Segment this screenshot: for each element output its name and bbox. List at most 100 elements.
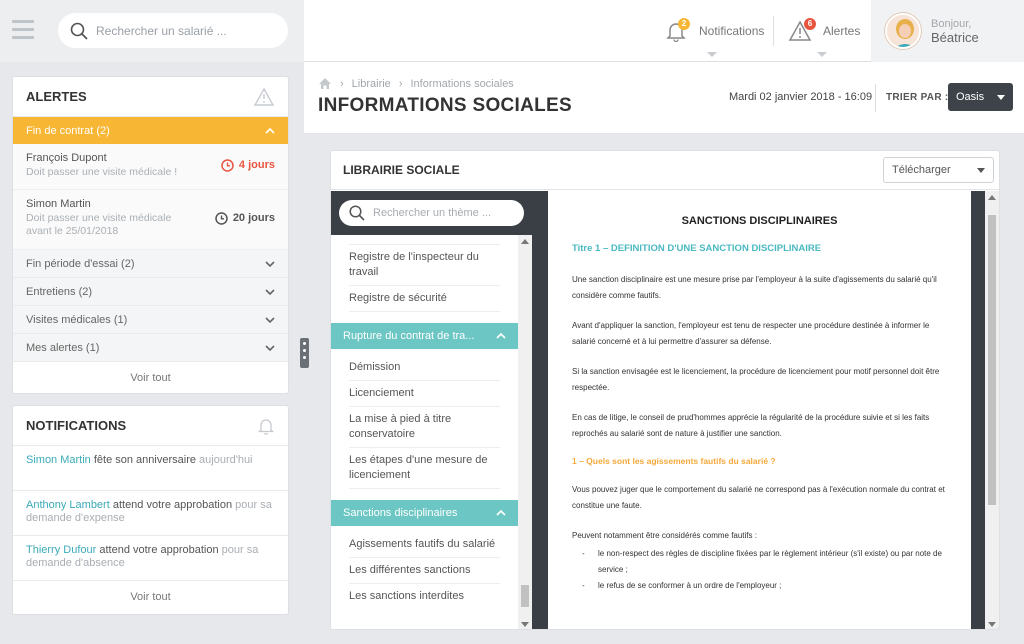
- page-header: › Librairie › Informations sociales INFO…: [304, 62, 1024, 134]
- scroll-down-icon[interactable]: [521, 622, 529, 627]
- scroll-thumb[interactable]: [521, 585, 529, 607]
- clock-icon: [221, 158, 234, 172]
- notification-item[interactable]: Thierry Dufour attend votre approbation …: [13, 536, 288, 581]
- list-item[interactable]: Les étapes d'une mesure de licenciement: [349, 448, 500, 489]
- document-page: SANCTIONS DISCIPLINAIRES Titre 1 – DEFIN…: [548, 191, 971, 629]
- section-contract-termination[interactable]: Rupture du contrat de tra...: [331, 323, 518, 349]
- download-label: Télécharger: [892, 164, 951, 176]
- see-all-alerts-link[interactable]: Voir tout: [13, 362, 288, 393]
- breadcrumb: › Librairie › Informations sociales: [318, 77, 514, 90]
- sidebar-resize-handle[interactable]: [300, 338, 309, 368]
- scroll-thumb[interactable]: [988, 215, 996, 505]
- alert-item[interactable]: François Dupont Doit passer une visite m…: [13, 144, 288, 190]
- breadcrumb-item[interactable]: Librairie: [352, 78, 391, 90]
- chevron-down-icon: [265, 288, 275, 295]
- download-select[interactable]: Télécharger: [883, 157, 994, 183]
- alert-group[interactable]: Fin période d'essai (2): [13, 250, 288, 278]
- list-item[interactable]: [349, 235, 500, 245]
- notification-action: attend votre approbation: [96, 544, 219, 556]
- theme-search-bar: [331, 191, 532, 235]
- alerts-badge: 6: [804, 18, 816, 30]
- scroll-up-icon[interactable]: [521, 239, 529, 244]
- search-icon: [70, 22, 88, 40]
- clock-icon: [215, 211, 228, 225]
- document-paragraph: Si la sanction envisagée est le licencie…: [572, 367, 940, 392]
- alert-days: 20 jours: [232, 212, 275, 224]
- theme-search[interactable]: [339, 200, 524, 226]
- list-item[interactable]: Agissements fautifs du salarié: [349, 532, 500, 558]
- top-bar: 2 Notifications 6 Alertes Bonjour, Béatr…: [0, 0, 1024, 62]
- list-item[interactable]: Démission: [349, 355, 500, 381]
- document-paragraph: Peuvent notamment être considérés comme …: [572, 531, 757, 540]
- alerts-label: Alertes: [823, 24, 861, 38]
- notification-item[interactable]: Simon Martin fête son anniversaire aujou…: [13, 446, 288, 491]
- user-name: Béatrice: [931, 30, 979, 45]
- see-all-notifications-link[interactable]: Voir tout: [13, 581, 288, 613]
- library-list: Registre de l'inspecteur du travail Regi…: [331, 235, 518, 629]
- document-viewer: SANCTIONS DISCIPLINAIRES Titre 1 – DEFIN…: [532, 191, 999, 629]
- document-scrollbar[interactable]: [985, 191, 999, 629]
- theme-search-input[interactable]: [373, 207, 513, 219]
- chevron-up-icon: [496, 510, 506, 516]
- document-list-item: le refus de se conformer à un ordre de l…: [582, 578, 947, 594]
- notifications-card: NOTIFICATIONS Simon Martin fête son anni…: [12, 405, 289, 615]
- sort-value: Oasis: [956, 91, 985, 103]
- notification-detail: aujourd'hui: [195, 454, 253, 466]
- list-item[interactable]: Les sanctions interdites: [349, 584, 500, 609]
- alerts-card: ALERTES Fin de contrat (2) François Dupo…: [12, 76, 289, 394]
- scroll-up-icon[interactable]: [988, 195, 996, 200]
- search-icon: [349, 205, 365, 221]
- list-item[interactable]: Registre de l'inspecteur du travail: [349, 245, 500, 286]
- library-panel: LIBRAIRIE SOCIALE Télécharger Registre d…: [330, 150, 1000, 630]
- alert-item[interactable]: Simon Martin Doit passer une visite médi…: [13, 190, 288, 250]
- notification-user[interactable]: Thierry Dufour: [26, 544, 96, 556]
- sort-select[interactable]: Oasis: [948, 83, 1013, 111]
- breadcrumb-item: Informations sociales: [410, 77, 514, 90]
- alert-group-label: Visites médicales (1): [26, 313, 128, 326]
- employee-search[interactable]: [58, 13, 288, 48]
- list-item[interactable]: Licenciement: [349, 381, 500, 407]
- alert-group[interactable]: Entretiens (2): [13, 278, 288, 306]
- notification-user[interactable]: Anthony Lambert: [26, 499, 110, 511]
- section-label: Rupture du contrat de tra...: [343, 330, 475, 342]
- top-bar-left: [0, 0, 304, 62]
- notifications-label: Notifications: [699, 24, 765, 38]
- chevron-up-icon: [496, 333, 506, 339]
- chevron-down-icon: [707, 52, 717, 57]
- alert-group-contract-end[interactable]: Fin de contrat (2): [13, 117, 288, 144]
- warning-icon: 6: [788, 18, 816, 42]
- document-paragraph: Une sanction disciplinaire est une mesur…: [572, 275, 937, 300]
- document-subheading: 1 – Quels sont les agissements fautifs d…: [572, 456, 776, 466]
- alerts-title: ALERTES: [26, 89, 87, 104]
- list-item[interactable]: Les différentes sanctions: [349, 558, 500, 584]
- user-menu[interactable]: Bonjour, Béatrice: [871, 0, 1024, 62]
- chevron-down-icon: [265, 316, 275, 323]
- alert-group[interactable]: Visites médicales (1): [13, 306, 288, 334]
- list-item[interactable]: La mise à pied à titre conservatoire: [349, 407, 500, 448]
- home-icon[interactable]: [318, 77, 332, 90]
- chevron-up-icon: [265, 127, 275, 134]
- notification-user[interactable]: Simon Martin: [26, 454, 91, 466]
- warning-icon: [253, 87, 275, 106]
- alert-group-label: Mes alertes (1): [26, 341, 100, 354]
- section-label: Sanctions disciplinaires: [343, 507, 458, 519]
- bell-icon: [257, 418, 275, 435]
- current-datetime: Mardi 02 janvier 2018 - 16:09: [729, 91, 873, 103]
- alert-group[interactable]: Mes alertes (1): [13, 334, 288, 362]
- chevron-down-icon: [977, 167, 985, 173]
- list-item[interactable]: Registre de sécurité: [349, 286, 500, 312]
- breadcrumb-separator: ›: [398, 77, 403, 90]
- notification-action: attend votre approbation: [109, 499, 233, 511]
- sort-label: TRIER PAR :: [886, 92, 949, 103]
- menu-icon[interactable]: [12, 20, 34, 40]
- library-scrollbar[interactable]: [518, 235, 532, 629]
- scroll-down-icon[interactable]: [988, 622, 996, 627]
- divider: [773, 16, 774, 46]
- alert-days: 4 jours: [238, 159, 275, 171]
- document-paragraph: Vous pouvez juger que le comportement du…: [572, 485, 945, 510]
- divider: [875, 84, 876, 112]
- search-input[interactable]: [96, 23, 276, 38]
- notification-item[interactable]: Anthony Lambert attend votre approbation…: [13, 491, 288, 536]
- section-disciplinary-sanctions[interactable]: Sanctions disciplinaires: [331, 500, 518, 526]
- alert-group-label: Fin de contrat (2): [26, 124, 110, 137]
